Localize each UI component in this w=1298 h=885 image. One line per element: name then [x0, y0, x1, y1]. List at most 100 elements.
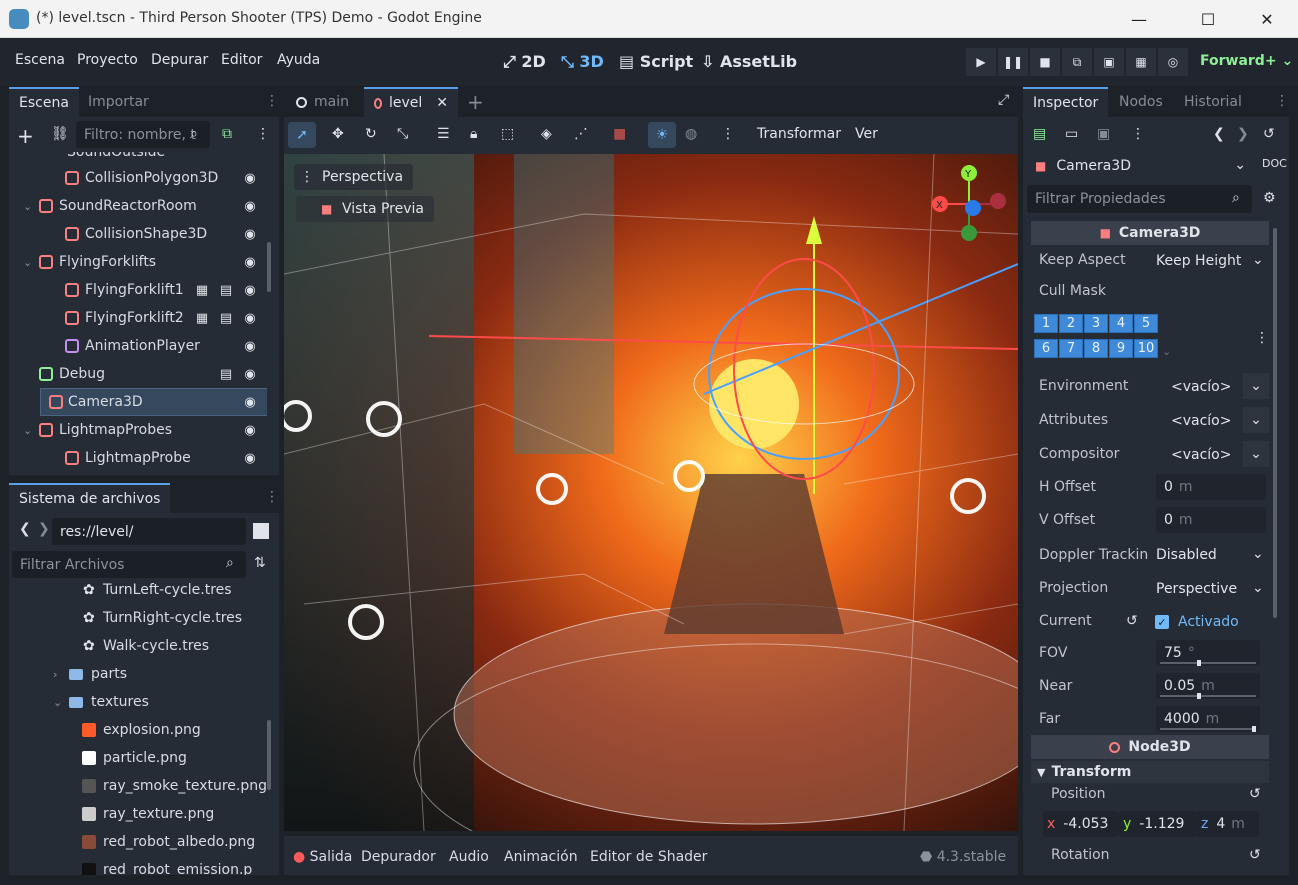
distraction-free-icon[interactable]: ⤢: [998, 92, 1009, 108]
split-mode-icon[interactable]: [253, 523, 269, 539]
3d-viewport[interactable]: X Y ⋮ Perspectiva ■ Vista Previa: [284, 154, 1018, 831]
scene-tree-scrollbar[interactable]: [267, 242, 271, 292]
cull-mask-layer[interactable]: 4: [1109, 314, 1133, 333]
back-icon[interactable]: ❮: [19, 521, 31, 537]
script-attached-icon[interactable]: ▤: [218, 366, 234, 382]
chevron-down-icon[interactable]: ⌄: [23, 200, 32, 213]
v-offset-field[interactable]: 0m: [1156, 507, 1266, 533]
tree-item[interactable]: Camera3D: [40, 388, 267, 416]
renderer-select[interactable]: Forward+ ⌄: [1200, 53, 1293, 69]
fs-item[interactable]: ⌄ textures: [9, 688, 267, 716]
visibility-eye-icon[interactable]: ◉: [242, 394, 258, 410]
new-resource-icon[interactable]: ▤: [1033, 126, 1046, 142]
menu-depurar[interactable]: Depurar: [151, 52, 208, 68]
clapper-icon[interactable]: ▦: [194, 282, 210, 298]
fs-item[interactable]: › parts: [9, 660, 267, 688]
snap-icon[interactable]: ⋰: [574, 126, 588, 142]
docs-icon[interactable]: DOC: [1262, 157, 1287, 170]
fs-scrollbar[interactable]: [267, 720, 271, 790]
move-tool-icon[interactable]: ✥: [332, 126, 344, 142]
menu-editor[interactable]: Editor: [221, 52, 262, 68]
prop-compositor-value[interactable]: <vacío>: [1171, 447, 1231, 463]
close-window-icon[interactable]: ✕: [1244, 0, 1290, 38]
stop-icon[interactable]: ■: [1030, 48, 1060, 76]
tree-item[interactable]: CollisionShape3D: [9, 220, 267, 248]
visibility-eye-icon[interactable]: ◉: [242, 254, 258, 270]
fs-filter-input[interactable]: Filtrar Archivos: [12, 551, 246, 578]
menu-proyecto[interactable]: Proyecto: [77, 52, 138, 68]
remote-debug-icon[interactable]: ⧉: [1062, 48, 1092, 76]
workspace-3d[interactable]: ⤡ 3D: [561, 52, 604, 72]
tab-audio[interactable]: Audio: [449, 849, 489, 865]
position-x-field[interactable]: x -4.053: [1043, 811, 1119, 837]
tab-shader-editor[interactable]: Editor de Shader: [590, 849, 707, 865]
workspace-2d[interactable]: ⤢ 2D: [503, 52, 546, 72]
group-icon[interactable]: ⬚: [501, 126, 514, 142]
transform-group[interactable]: ▼ Transform: [1031, 761, 1269, 783]
sort-icon[interactable]: ⇅: [254, 555, 266, 571]
inspector-scrollbar[interactable]: [1273, 228, 1277, 618]
camera-preview-checkbox[interactable]: ■ Vista Previa: [296, 196, 434, 222]
chevron-down-icon[interactable]: ⌄: [53, 696, 62, 709]
script-attached-icon[interactable]: ▤: [218, 310, 234, 326]
compositor-dropdown-icon[interactable]: ⌄: [1243, 441, 1269, 467]
cull-mask-layer[interactable]: 9: [1109, 339, 1133, 358]
local-space-icon[interactable]: ◈: [541, 126, 552, 142]
workspace-script[interactable]: ▤ Script: [619, 52, 693, 71]
sun-preview-icon[interactable]: ☀: [648, 122, 676, 148]
link-icon[interactable]: ⛓: [51, 126, 69, 142]
cull-mask-layer[interactable]: 5: [1134, 314, 1158, 333]
maximize-icon[interactable]: ☐: [1185, 0, 1231, 38]
environment-dropdown-icon[interactable]: ⌄: [1243, 373, 1269, 399]
fs-item[interactable]: ✿ Walk-cycle.tres: [9, 632, 267, 660]
cull-mask-layer[interactable]: 8: [1084, 339, 1108, 358]
far-slider-grabber[interactable]: [1252, 726, 1256, 732]
prop-doppler-value[interactable]: Disabled: [1156, 547, 1217, 563]
inspector-menu-icon[interactable]: ⋮: [1275, 93, 1289, 109]
near-slider-grabber[interactable]: [1196, 693, 1201, 699]
visibility-eye-icon[interactable]: ◉: [242, 422, 258, 438]
play-scene-icon[interactable]: ▣: [1094, 48, 1124, 76]
prop-keep-aspect-value[interactable]: Keep Height: [1156, 253, 1241, 269]
scene-tab-main[interactable]: main: [286, 87, 359, 117]
save-icon[interactable]: ▣: [1097, 126, 1110, 142]
cull-mask-layer[interactable]: 3: [1084, 314, 1108, 333]
visibility-eye-icon[interactable]: ◉: [242, 338, 258, 354]
visibility-eye-icon[interactable]: ◉: [242, 310, 258, 326]
tab-inspector[interactable]: Inspector: [1023, 87, 1109, 117]
scene-tree-menu-icon[interactable]: ⋮: [256, 126, 270, 142]
chevron-down-icon[interactable]: ⌄: [23, 256, 32, 269]
fs-item[interactable]: ✿ TurnRight-cycle.tres: [9, 604, 267, 632]
tree-item[interactable]: ⌄ FlyingForklifts: [9, 248, 267, 276]
visibility-eye-icon[interactable]: ◉: [242, 450, 258, 466]
play-custom-scene-icon[interactable]: ▦: [1126, 48, 1156, 76]
tree-item[interactable]: AnimationPlayer: [9, 332, 267, 360]
play-icon[interactable]: ▶: [966, 48, 996, 76]
resource-menu-icon[interactable]: ⋮: [1131, 126, 1145, 142]
tools-icon[interactable]: ⚙: [1263, 190, 1276, 206]
fs-item[interactable]: red_robot_emission.p: [9, 856, 267, 875]
property-filter-input[interactable]: Filtrar Propiedades: [1027, 185, 1252, 213]
tab-historial[interactable]: Historial: [1174, 87, 1252, 117]
cull-mask-layer[interactable]: 6: [1034, 339, 1058, 358]
fs-item[interactable]: ray_smoke_texture.png: [9, 772, 267, 800]
view-menu[interactable]: Ver: [855, 126, 878, 142]
position-z-field[interactable]: z4m: [1197, 811, 1259, 837]
rotate-tool-icon[interactable]: ↻: [365, 126, 377, 142]
h-offset-field[interactable]: 0m: [1156, 474, 1266, 500]
history-forward-icon[interactable]: ❯: [1237, 126, 1249, 142]
gizmo-y-label[interactable]: Y: [964, 169, 972, 180]
tree-item[interactable]: ⌄ SoundReactorRoom: [9, 192, 267, 220]
chevron-right-icon[interactable]: ›: [53, 668, 57, 681]
prop-attributes-value[interactable]: <vacío>: [1171, 413, 1231, 429]
open-folder-icon[interactable]: ▭: [1065, 126, 1078, 142]
history-back-icon[interactable]: ❮: [1213, 126, 1225, 142]
position-y-field[interactable]: y -1.129: [1119, 811, 1197, 837]
movie-maker-icon[interactable]: ◎: [1158, 48, 1188, 76]
scene-tab-level[interactable]: level ✕: [364, 87, 458, 117]
menu-ayuda[interactable]: Ayuda: [277, 52, 320, 68]
workspace-assetlib[interactable]: ⇩ AssetLib: [701, 52, 797, 71]
prop-environment-value[interactable]: <vacío>: [1171, 379, 1231, 395]
fs-item[interactable]: ✿ TurnLeft-cycle.tres: [9, 580, 267, 604]
close-tab-icon[interactable]: ✕: [436, 95, 448, 111]
